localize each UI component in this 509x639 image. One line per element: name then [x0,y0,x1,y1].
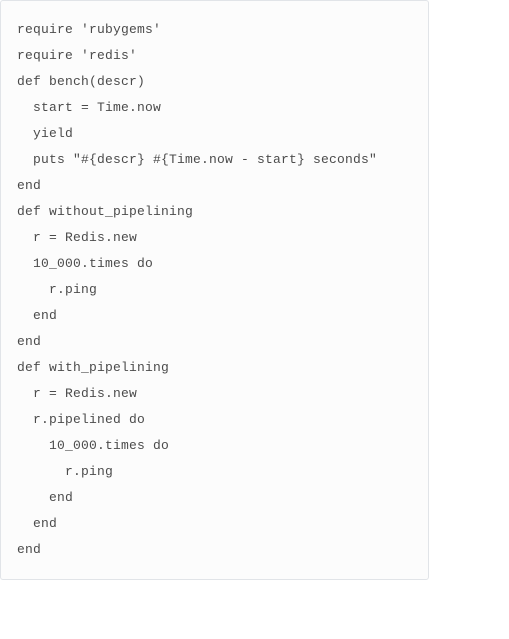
code-line: require 'rubygems' [17,17,412,43]
code-line: puts "#{descr} #{Time.now - start} secon… [17,147,412,173]
code-line: start = Time.now [17,95,412,121]
code-line: r.pipelined do [17,407,412,433]
code-line: require 'redis' [17,43,412,69]
code-line: end [17,329,412,355]
code-line: 10_000.times do [17,433,412,459]
code-line: r.ping [17,459,412,485]
code-line: def without_pipelining [17,199,412,225]
code-block: require 'rubygems'require 'redis'def ben… [0,0,429,580]
code-line: end [17,173,412,199]
code-line: end [17,303,412,329]
code-line: r.ping [17,277,412,303]
code-line: yield [17,121,412,147]
code-line: end [17,537,412,563]
code-line: r = Redis.new [17,381,412,407]
code-line: end [17,485,412,511]
code-line: end [17,511,412,537]
code-line: 10_000.times do [17,251,412,277]
code-line: def bench(descr) [17,69,412,95]
code-line: r = Redis.new [17,225,412,251]
code-line: def with_pipelining [17,355,412,381]
